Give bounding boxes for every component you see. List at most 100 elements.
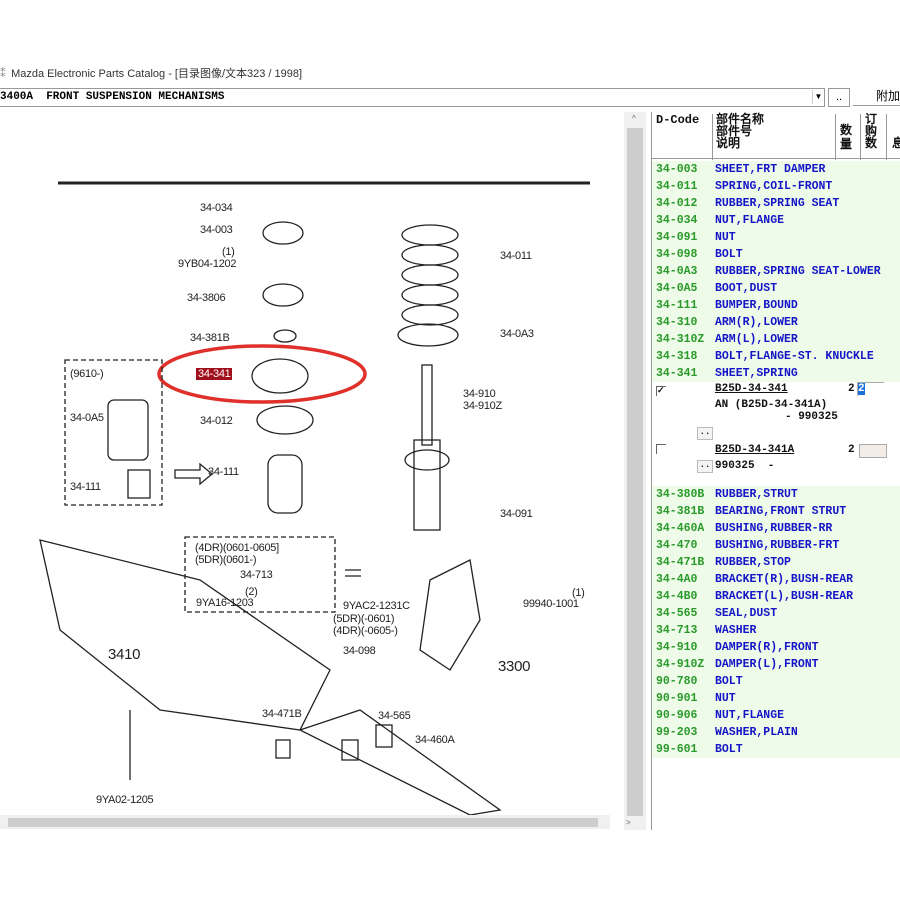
- part-checkbox[interactable]: ✓: [656, 386, 666, 396]
- scroll-right-icon[interactable]: >: [626, 818, 631, 827]
- chevron-down-icon[interactable]: ▼: [812, 90, 824, 104]
- table-row[interactable]: 34-910Z DAMPER(L),FRONT: [652, 656, 900, 673]
- callout-label[interactable]: (9610-): [70, 368, 104, 380]
- callout-label[interactable]: 3300: [498, 658, 530, 675]
- part-name: BUSHING,RUBBER-RR: [715, 522, 833, 535]
- part-checkbox[interactable]: [656, 444, 666, 454]
- callout-label[interactable]: 9YB04-1202: [178, 258, 236, 270]
- callout-label[interactable]: 34-034: [200, 202, 233, 214]
- d-code: 34-098: [656, 248, 698, 261]
- table-row[interactable]: 34-341 SHEET,SPRING: [652, 365, 900, 382]
- table-row[interactable]: 34-471B RUBBER,STOP: [652, 554, 900, 571]
- callout-label[interactable]: 34-091: [500, 508, 533, 520]
- table-row[interactable]: 34-4A0 BRACKET(R),BUSH-REAR: [652, 571, 900, 588]
- table-row[interactable]: 34-713 WASHER: [652, 622, 900, 639]
- table-row[interactable]: 34-0A3 RUBBER,SPRING SEAT-LOWER: [652, 263, 900, 280]
- diagram-vertical-scroll-thumb[interactable]: [627, 128, 643, 816]
- table-row[interactable]: 90-901 NUT: [652, 690, 900, 707]
- callout-label[interactable]: 34-565: [378, 710, 411, 722]
- part-number[interactable]: B25D-34-341A: [715, 444, 794, 456]
- parts-diagram[interactable]: 34-034 34-003 (1) 9YB04-1202 34-3806 34-381B 3…: [0, 110, 625, 820]
- part-name: NUT: [715, 231, 736, 244]
- table-row[interactable]: 99-601 BOLT: [652, 741, 900, 758]
- callout-label[interactable]: (1): [222, 246, 235, 258]
- callout-label[interactable]: 34-910Z: [463, 400, 502, 412]
- callout-label[interactable]: 34-3806: [187, 292, 226, 304]
- table-row[interactable]: 34-310Z ARM(L),LOWER: [652, 331, 900, 348]
- table-row[interactable]: 34-098 BOLT: [652, 246, 900, 263]
- callout-label[interactable]: 34-003: [200, 224, 233, 236]
- callout-label[interactable]: 34-111: [208, 466, 239, 478]
- callout-label[interactable]: 34-0A5: [70, 412, 104, 424]
- part-name: SHEET,SPRING: [715, 367, 798, 380]
- callout-label[interactable]: 34-910: [463, 388, 496, 400]
- callout-label[interactable]: 34-471B: [262, 708, 302, 720]
- callout-label[interactable]: 34-111: [70, 481, 101, 493]
- callout-label[interactable]: 99940-1001: [523, 598, 579, 610]
- table-row[interactable]: 34-318 BOLT,FLANGE-ST. KNUCKLE: [652, 348, 900, 365]
- table-row[interactable]: 34-4B0 BRACKET(L),BUSH-REAR: [652, 588, 900, 605]
- part-name: BEARING,FRONT STRUT: [715, 505, 847, 518]
- callout-label[interactable]: 34-713: [240, 569, 273, 581]
- diagram-horizontal-scroll-thumb[interactable]: [8, 818, 598, 827]
- d-code: 34-4A0: [656, 573, 698, 586]
- d-code: 34-460A: [656, 522, 705, 535]
- table-row[interactable]: 34-310 ARM(R),LOWER: [652, 314, 900, 331]
- callout-label[interactable]: 34-0A3: [500, 328, 534, 340]
- callout-label[interactable]: (5DR)(0601-): [195, 554, 257, 566]
- table-row[interactable]: 34-111 BUMPER,BOUND: [652, 297, 900, 314]
- attach-button[interactable]: 附加: [853, 88, 900, 106]
- table-row[interactable]: 34-470 BUSHING,RUBBER-FRT: [652, 537, 900, 554]
- part-name: RUBBER,SPRING SEAT-LOWER: [715, 265, 881, 278]
- table-row[interactable]: 90-780 BOLT: [652, 673, 900, 690]
- callout-label[interactable]: (4DR)(-0605-): [333, 625, 398, 637]
- window-title: Mazda Electronic Parts Catalog - [目录图像/文…: [11, 68, 303, 80]
- part-name: WASHER,PLAIN: [715, 726, 798, 739]
- table-row[interactable]: 34-003 SHEET,FRT DAMPER: [652, 161, 900, 178]
- more-button[interactable]: ..: [697, 460, 713, 473]
- d-code: 34-091: [656, 231, 698, 244]
- part-name: SEAL,DUST: [715, 607, 778, 620]
- callout-label[interactable]: 34-098: [343, 645, 376, 657]
- callout-label[interactable]: 34-011: [500, 250, 532, 262]
- browse-button[interactable]: ..: [828, 88, 850, 107]
- table-row[interactable]: 34-565 SEAL,DUST: [652, 605, 900, 622]
- d-code: 34-380B: [656, 488, 705, 501]
- d-code: 34-0A3: [656, 265, 698, 278]
- part-name: NUT,FLANGE: [715, 709, 785, 722]
- callout-label[interactable]: 9YAC2-1231C: [343, 600, 410, 612]
- callout-label[interactable]: (4DR)(0601-0605]: [195, 542, 279, 554]
- order-qty-input[interactable]: [859, 444, 887, 458]
- table-row[interactable]: 34-012 RUBBER,SPRING SEAT: [652, 195, 900, 212]
- diagram-drawing: [39, 181, 590, 815]
- table-row[interactable]: 90-906 NUT,FLANGE: [652, 707, 900, 724]
- callout-label[interactable]: (5DR)(-0601): [333, 613, 395, 625]
- group-select[interactable]: 3400A FRONT SUSPENSION MECHANISMS: [0, 88, 825, 107]
- table-row[interactable]: 34-460A BUSHING,RUBBER-RR: [652, 520, 900, 537]
- part-name: NUT: [715, 692, 736, 705]
- table-row[interactable]: 34-0A5 BOOT,DUST: [652, 280, 900, 297]
- scroll-up-icon[interactable]: ^: [632, 114, 636, 123]
- d-code: 90-780: [656, 675, 698, 688]
- callout-label[interactable]: 34-012: [200, 415, 233, 427]
- table-row[interactable]: 34-910 DAMPER(R),FRONT: [652, 639, 900, 656]
- d-code: 34-111: [656, 299, 698, 312]
- table-row[interactable]: 34-381B BEARING,FRONT STRUT: [652, 503, 900, 520]
- callout-label[interactable]: 34-460A: [415, 734, 455, 746]
- table-row[interactable]: 34-034 NUT,FLANGE: [652, 212, 900, 229]
- more-button[interactable]: ..: [697, 427, 713, 440]
- table-row[interactable]: 34-380B RUBBER,STRUT: [652, 486, 900, 503]
- callout-label[interactable]: 3410: [108, 646, 140, 663]
- callout-label[interactable]: 34-381B: [190, 332, 230, 344]
- d-code: 34-012: [656, 197, 698, 210]
- d-code: 34-471B: [656, 556, 705, 569]
- callout-label[interactable]: 9YA02-1205: [96, 794, 154, 806]
- callout-label[interactable]: 9YA16-1203: [196, 597, 254, 609]
- table-row[interactable]: 34-091 NUT: [652, 229, 900, 246]
- part-name: ARM(R),LOWER: [715, 316, 798, 329]
- order-qty-input[interactable]: 2: [858, 383, 865, 395]
- table-row[interactable]: 99-203 WASHER,PLAIN: [652, 724, 900, 741]
- table-row[interactable]: 34-011 SPRING,COIL-FRONT: [652, 178, 900, 195]
- callout-highlighted[interactable]: 34-341: [196, 368, 233, 380]
- part-number[interactable]: B25D-34-341: [715, 383, 788, 395]
